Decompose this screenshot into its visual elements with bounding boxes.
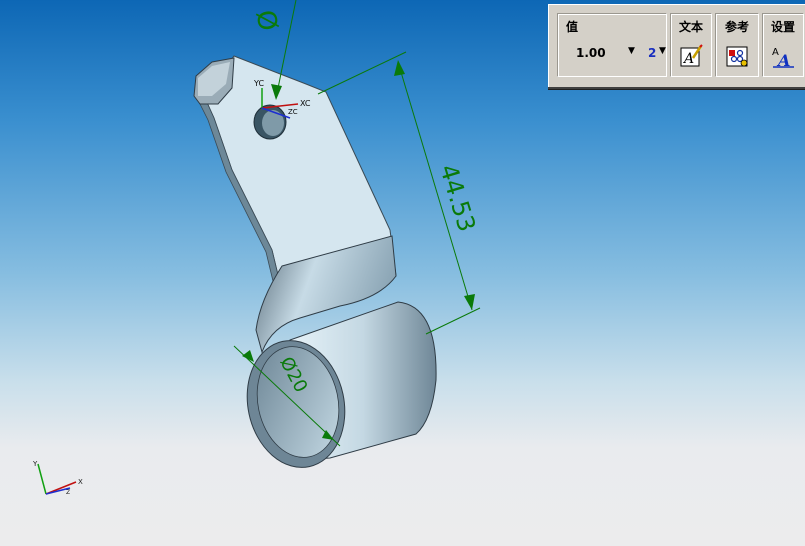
reference-group: 参考 bbox=[715, 13, 759, 77]
value-dropdown[interactable]: 1.00 bbox=[576, 46, 606, 60]
precision-dropdown[interactable]: 2 bbox=[648, 46, 656, 60]
top-diameter-symbol: Ø bbox=[249, 8, 283, 34]
text-group: 文本 A bbox=[670, 13, 712, 77]
settings-group: 设置 A A bbox=[762, 13, 804, 77]
wcs-x-label: XC bbox=[300, 99, 311, 108]
text-edit-button[interactable]: A bbox=[679, 44, 703, 68]
text-style-icon: A A bbox=[772, 47, 794, 68]
value-group: 值 1.00 ▼ 2 ▼ bbox=[557, 13, 667, 77]
abs-x-label: X bbox=[78, 478, 83, 486]
svg-text:A: A bbox=[776, 51, 790, 68]
value-dropdown-arrow-icon[interactable]: ▼ bbox=[628, 46, 635, 56]
wcs-z-label: ZC bbox=[288, 108, 298, 116]
text-edit-icon: A bbox=[680, 44, 703, 67]
svg-text:A: A bbox=[682, 51, 694, 67]
text-group-label: 文本 bbox=[678, 20, 703, 34]
dimension-toolbar: 值 1.00 ▼ 2 ▼ 文本 A 参考 设置 A A bbox=[548, 4, 805, 87]
linear-dimension-value: 44.53 bbox=[434, 161, 481, 235]
reference-button[interactable] bbox=[725, 44, 749, 68]
absolute-triad: Y X Z bbox=[32, 460, 83, 496]
appended-text-icon bbox=[726, 46, 748, 67]
abs-z-label: Z bbox=[66, 489, 70, 496]
reference-group-label: 参考 bbox=[724, 20, 749, 34]
settings-group-label: 设置 bbox=[770, 20, 795, 34]
wcs-y-label: YC bbox=[253, 79, 264, 88]
settings-button[interactable]: A A bbox=[771, 44, 795, 68]
abs-y-label: Y bbox=[32, 460, 38, 468]
value-group-label: 值 bbox=[566, 20, 579, 34]
precision-dropdown-arrow-icon[interactable]: ▼ bbox=[659, 46, 666, 56]
